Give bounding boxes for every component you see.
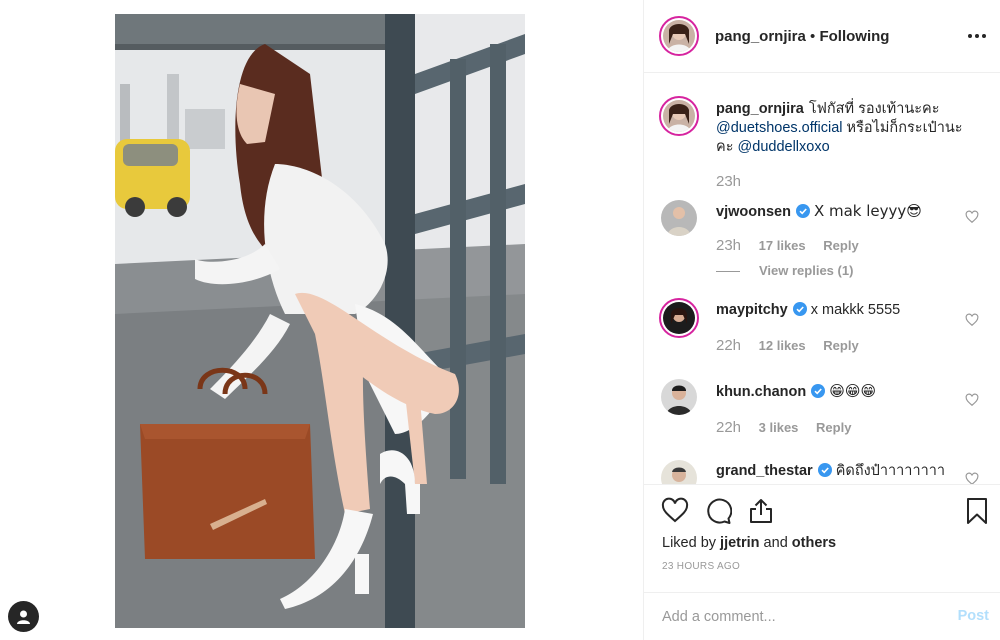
post-header: pang_ornjira • Following bbox=[644, 0, 1000, 73]
bookmark-icon[interactable] bbox=[963, 497, 991, 525]
post-timestamp[interactable]: 23 HOURS AGO bbox=[662, 561, 740, 572]
caption-text: pang_ornjira โฟกัสที่ รองเท้านะคะ @duetsh… bbox=[716, 100, 966, 157]
caption-username[interactable]: pang_ornjira bbox=[716, 101, 804, 117]
comment-body: 😁😁😁 bbox=[829, 382, 877, 400]
commenter-avatar[interactable] bbox=[661, 460, 697, 484]
mention-duetshoes[interactable]: @duetshoes.official bbox=[716, 120, 843, 136]
commenter-avatar[interactable] bbox=[661, 200, 697, 236]
liked-by-mid: and bbox=[759, 535, 792, 551]
comment-likes[interactable]: 3 likes bbox=[759, 420, 799, 435]
verified-badge-icon bbox=[811, 384, 826, 398]
mention-duddellxoxo[interactable]: @duddellxoxo bbox=[738, 139, 830, 155]
author-username[interactable]: pang_ornjira bbox=[715, 28, 806, 45]
comment-meta: 23h 17 likes Reply bbox=[716, 237, 859, 254]
view-replies-line bbox=[716, 271, 740, 273]
view-replies-button[interactable]: View replies (1) bbox=[716, 263, 853, 278]
author-avatar[interactable] bbox=[659, 16, 699, 56]
commenter-avatar-image bbox=[661, 379, 697, 415]
liked-by-prefix: Liked by bbox=[662, 535, 721, 551]
comment-meta: 22h 3 likes Reply bbox=[716, 419, 851, 436]
post-photo-illustration bbox=[115, 14, 525, 628]
verified-badge-icon bbox=[795, 204, 810, 218]
post-photo[interactable] bbox=[115, 14, 525, 628]
comment-body: x makkk 5555 bbox=[810, 302, 901, 318]
comment-input[interactable] bbox=[662, 607, 932, 627]
comments-list[interactable]: pang_ornjira โฟกัสที่ รองเท้านะคะ @duetsh… bbox=[644, 74, 1000, 484]
caption-meta: 23h bbox=[716, 173, 755, 190]
comment-body: X mak leyyy😎 bbox=[813, 202, 922, 220]
post-side-panel: pang_ornjira • Following pang_ornjira โฟก… bbox=[643, 0, 1000, 640]
comment-text: khun.chanon 😁😁😁 bbox=[716, 382, 966, 402]
comment-body: คิดถึงป๋าาาาาาาา bbox=[835, 463, 946, 479]
comment-icon[interactable] bbox=[704, 497, 732, 525]
comment-username[interactable]: maypitchy bbox=[716, 302, 788, 318]
comment-time[interactable]: 23h bbox=[716, 237, 741, 254]
reply-button[interactable]: Reply bbox=[816, 420, 851, 435]
comment-likes[interactable]: 17 likes bbox=[759, 238, 806, 253]
caption-time[interactable]: 23h bbox=[716, 173, 741, 190]
header-author: pang_ornjira • Following bbox=[715, 28, 889, 45]
comment-like-heart-icon[interactable] bbox=[965, 210, 979, 224]
comment-likes[interactable]: 12 likes bbox=[759, 338, 806, 353]
user-icon bbox=[17, 610, 30, 624]
profile-button[interactable] bbox=[8, 601, 39, 632]
share-icon[interactable] bbox=[747, 497, 775, 525]
comment-like-heart-icon[interactable] bbox=[965, 472, 979, 484]
liked-by-others[interactable]: others bbox=[792, 535, 836, 551]
caption-author-avatar[interactable] bbox=[659, 96, 699, 136]
verified-badge-icon bbox=[792, 302, 807, 316]
commenter-avatar-image bbox=[663, 302, 695, 334]
commenter-avatar-image bbox=[661, 460, 697, 484]
commenter-avatar-image bbox=[661, 200, 697, 236]
liked-by-user[interactable]: jjetrin bbox=[720, 535, 759, 551]
comment-username[interactable]: khun.chanon bbox=[716, 384, 806, 400]
follow-state[interactable]: Following bbox=[819, 28, 889, 45]
author-avatar-image bbox=[663, 20, 695, 52]
add-comment-bar: Post bbox=[644, 592, 1000, 640]
comment-meta: 22h 12 likes Reply bbox=[716, 337, 859, 354]
reply-button[interactable]: Reply bbox=[823, 338, 858, 353]
caption-line-1: โฟกัสที่ รองเท้านะคะ bbox=[808, 101, 940, 117]
post-comment-button[interactable]: Post bbox=[958, 608, 989, 624]
comment-text: grand_thestar คิดถึงป๋าาาาาาาา bbox=[716, 462, 966, 481]
comment-like-heart-icon[interactable] bbox=[965, 313, 979, 327]
commenter-avatar[interactable] bbox=[659, 298, 699, 338]
comment-like-heart-icon[interactable] bbox=[965, 393, 979, 407]
comment-text: vjwoonsen X mak leyyy😎 bbox=[716, 202, 966, 222]
view-replies-label: View replies (1) bbox=[759, 263, 854, 278]
reply-button[interactable]: Reply bbox=[823, 238, 858, 253]
more-options-icon[interactable] bbox=[965, 24, 989, 48]
liked-by: Liked by jjetrin and others bbox=[662, 535, 836, 551]
comment-text: maypitchy x makkk 5555 bbox=[716, 301, 966, 320]
caption-avatar-image bbox=[663, 100, 695, 132]
comment-time[interactable]: 22h bbox=[716, 419, 741, 436]
verified-badge-icon bbox=[817, 463, 832, 477]
comment-time[interactable]: 22h bbox=[716, 337, 741, 354]
post-actions: Liked by jjetrin and others 23 HOURS AGO bbox=[644, 484, 1000, 598]
follow-separator: • bbox=[805, 28, 820, 45]
comment-username[interactable]: grand_thestar bbox=[716, 463, 813, 479]
commenter-avatar[interactable] bbox=[661, 379, 697, 415]
media-area bbox=[0, 0, 643, 640]
comment-username[interactable]: vjwoonsen bbox=[716, 204, 791, 220]
heart-icon[interactable] bbox=[661, 497, 689, 525]
